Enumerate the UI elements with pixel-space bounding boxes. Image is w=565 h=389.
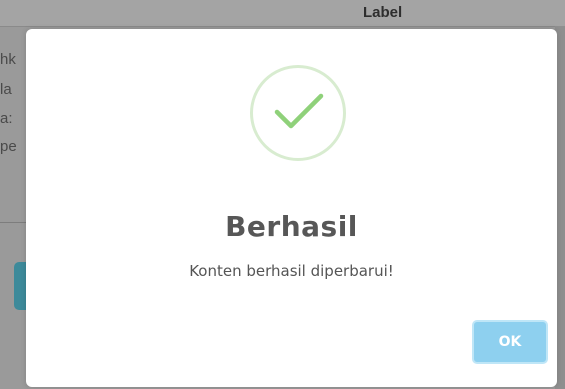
- success-dialog: Berhasil Konten berhasil diperbarui! OK: [26, 29, 557, 387]
- background-label: Label: [363, 4, 403, 21]
- success-icon-ring: [250, 65, 346, 161]
- background-text-line: pe: [0, 138, 17, 155]
- background-text-line: a:: [0, 110, 13, 127]
- background-text-line: la: [0, 81, 12, 98]
- dialog-message: Konten berhasil diperbarui!: [189, 262, 394, 280]
- ok-button[interactable]: OK: [472, 320, 548, 364]
- dialog-title: Berhasil: [225, 210, 358, 243]
- check-icon: [274, 93, 324, 129]
- screen: Label hk la a: pe Berhasil Konten berhas…: [0, 0, 565, 389]
- background-header: Label: [0, 0, 565, 27]
- background-text-line: hk: [0, 51, 16, 68]
